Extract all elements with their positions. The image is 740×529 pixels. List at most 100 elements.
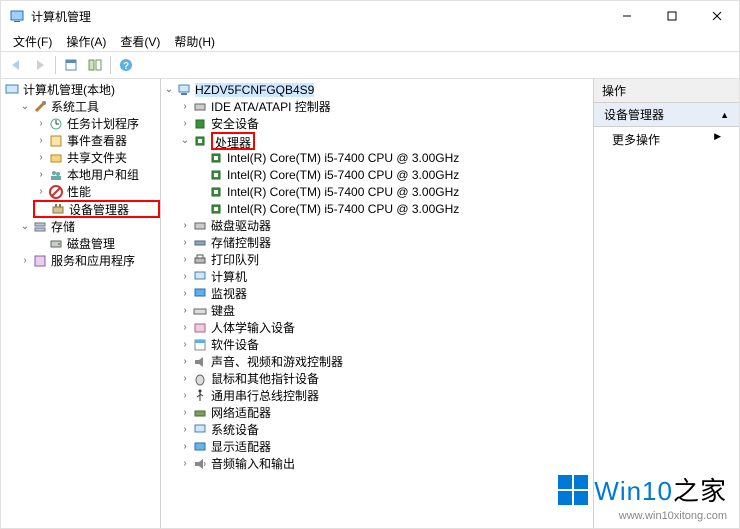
services-icon: [32, 253, 48, 269]
help-button[interactable]: ?: [115, 54, 137, 76]
dev-disk-drives[interactable]: ›磁盘驱动器: [177, 217, 593, 234]
dev-monitors[interactable]: ›监视器: [177, 285, 593, 302]
dev-keyboards[interactable]: ›键盘: [177, 302, 593, 319]
collapse-icon[interactable]: ⌄: [179, 135, 191, 146]
tree-system-tools[interactable]: ⌄ 系统工具: [17, 98, 160, 115]
usb-icon: [192, 388, 208, 404]
toolbar-sep: [55, 56, 56, 74]
expand-icon[interactable]: ›: [179, 339, 191, 350]
printer-icon: [192, 252, 208, 268]
dev-network[interactable]: ›网络适配器: [177, 404, 593, 421]
expand-icon[interactable]: ›: [179, 101, 191, 112]
expand-icon[interactable]: ›: [35, 135, 47, 146]
menu-view[interactable]: 查看(V): [114, 31, 166, 52]
tree-root[interactable]: 计算机管理(本地): [1, 81, 160, 98]
forward-button[interactable]: [29, 54, 51, 76]
tree-storage[interactable]: ⌄ 存储: [17, 218, 160, 235]
cpu-icon: [208, 167, 224, 183]
expand-icon[interactable]: ›: [179, 373, 191, 384]
security-icon: [192, 116, 208, 132]
system-icon: [192, 422, 208, 438]
dev-usb[interactable]: ›通用串行总线控制器: [177, 387, 593, 404]
expand-icon[interactable]: ›: [179, 254, 191, 265]
tree-task-scheduler[interactable]: ›任务计划程序: [33, 115, 160, 132]
menu-help[interactable]: 帮助(H): [168, 31, 221, 52]
watermark: Win10之家 www.win10xitong.com: [558, 471, 727, 522]
computer-icon: [176, 82, 192, 98]
cpu-icon: [208, 150, 224, 166]
dev-system[interactable]: ›系统设备: [177, 421, 593, 438]
users-icon: [48, 167, 64, 183]
expand-icon[interactable]: ›: [179, 288, 191, 299]
dev-processors[interactable]: ⌄ 处理器: [177, 132, 593, 149]
properties-button[interactable]: [60, 54, 82, 76]
back-button[interactable]: [5, 54, 27, 76]
dev-cpu-core[interactable]: Intel(R) Core(TM) i5-7400 CPU @ 3.00GHz: [193, 149, 593, 166]
dev-hid[interactable]: ›人体学输入设备: [177, 319, 593, 336]
storage-icon: [32, 219, 48, 235]
chevron-right-icon: ▶: [714, 131, 721, 142]
dev-computers[interactable]: ›计算机: [177, 268, 593, 285]
expand-icon[interactable]: ›: [179, 118, 191, 129]
expand-icon[interactable]: ›: [35, 169, 47, 180]
expand-icon[interactable]: ›: [179, 390, 191, 401]
dev-storage-ctrl[interactable]: ›存储控制器: [177, 234, 593, 251]
expand-icon[interactable]: ›: [179, 220, 191, 231]
show-hide-button[interactable]: [84, 54, 106, 76]
dev-mouse[interactable]: ›鼠标和其他指针设备: [177, 370, 593, 387]
tree-event-viewer[interactable]: ›事件查看器: [33, 132, 160, 149]
menu-action[interactable]: 操作(A): [60, 31, 112, 52]
tree-disk-mgmt[interactable]: 磁盘管理: [33, 235, 160, 252]
dev-display[interactable]: ›显示适配器: [177, 438, 593, 455]
device-mgr-icon: [50, 201, 66, 217]
expand-icon[interactable]: ›: [19, 255, 31, 266]
expand-icon[interactable]: ›: [35, 186, 47, 197]
folder-share-icon: [48, 150, 64, 166]
expand-icon[interactable]: ›: [179, 407, 191, 418]
close-button[interactable]: [694, 1, 739, 31]
dev-audio-io[interactable]: ›音频输入和输出: [177, 455, 593, 472]
expand-icon[interactable]: ›: [179, 237, 191, 248]
menu-bar: 文件(F) 操作(A) 查看(V) 帮助(H): [1, 31, 739, 51]
tree-shared-folders[interactable]: ›共享文件夹: [33, 149, 160, 166]
expand-icon[interactable]: ›: [179, 458, 191, 469]
tree-device-manager[interactable]: 设备管理器: [33, 200, 160, 218]
dev-root[interactable]: ⌄ HZDV5FCNFGQB4S9: [161, 81, 593, 98]
dev-software[interactable]: ›软件设备: [177, 336, 593, 353]
audio-io-icon: [192, 456, 208, 472]
collapse-icon[interactable]: ⌄: [163, 84, 175, 95]
expand-icon[interactable]: ›: [179, 424, 191, 435]
maximize-button[interactable]: [649, 1, 694, 31]
tree-performance[interactable]: ›性能: [33, 183, 160, 200]
collapse-icon[interactable]: ⌄: [19, 101, 31, 112]
minimize-button[interactable]: [604, 1, 649, 31]
expand-icon[interactable]: ›: [179, 305, 191, 316]
collapse-icon[interactable]: ⌄: [19, 221, 31, 232]
expand-icon[interactable]: ›: [179, 322, 191, 333]
event-icon: [48, 133, 64, 149]
actions-section[interactable]: 设备管理器 ▲: [594, 103, 739, 127]
dev-security[interactable]: ›安全设备: [177, 115, 593, 132]
dev-cpu-core[interactable]: Intel(R) Core(TM) i5-7400 CPU @ 3.00GHz: [193, 200, 593, 217]
watermark-url: www.win10xitong.com: [619, 510, 727, 522]
dev-sound[interactable]: ›声音、视频和游戏控制器: [177, 353, 593, 370]
chevron-up-icon: ▲: [720, 110, 729, 120]
expand-icon[interactable]: ›: [35, 118, 47, 129]
mouse-icon: [192, 371, 208, 387]
dev-cpu-core[interactable]: Intel(R) Core(TM) i5-7400 CPU @ 3.00GHz: [193, 183, 593, 200]
dev-ide[interactable]: ›IDE ATA/ATAPI 控制器: [177, 98, 593, 115]
ide-icon: [192, 99, 208, 115]
dev-cpu-core[interactable]: Intel(R) Core(TM) i5-7400 CPU @ 3.00GHz: [193, 166, 593, 183]
actions-more[interactable]: 更多操作 ▶: [594, 127, 739, 152]
dev-print-queues[interactable]: ›打印队列: [177, 251, 593, 268]
tree-local-users[interactable]: ›本地用户和组: [33, 166, 160, 183]
cpu-icon: [208, 184, 224, 200]
menu-file[interactable]: 文件(F): [7, 31, 58, 52]
expand-icon[interactable]: ›: [179, 441, 191, 452]
drive-icon: [192, 218, 208, 234]
expand-icon[interactable]: ›: [35, 152, 47, 163]
expand-icon[interactable]: ›: [179, 356, 191, 367]
tree-services[interactable]: ›服务和应用程序: [17, 252, 160, 269]
device-tree-pane: ⌄ HZDV5FCNFGQB4S9 ›IDE ATA/ATAPI 控制器 ›安全…: [161, 79, 594, 528]
expand-icon[interactable]: ›: [179, 271, 191, 282]
